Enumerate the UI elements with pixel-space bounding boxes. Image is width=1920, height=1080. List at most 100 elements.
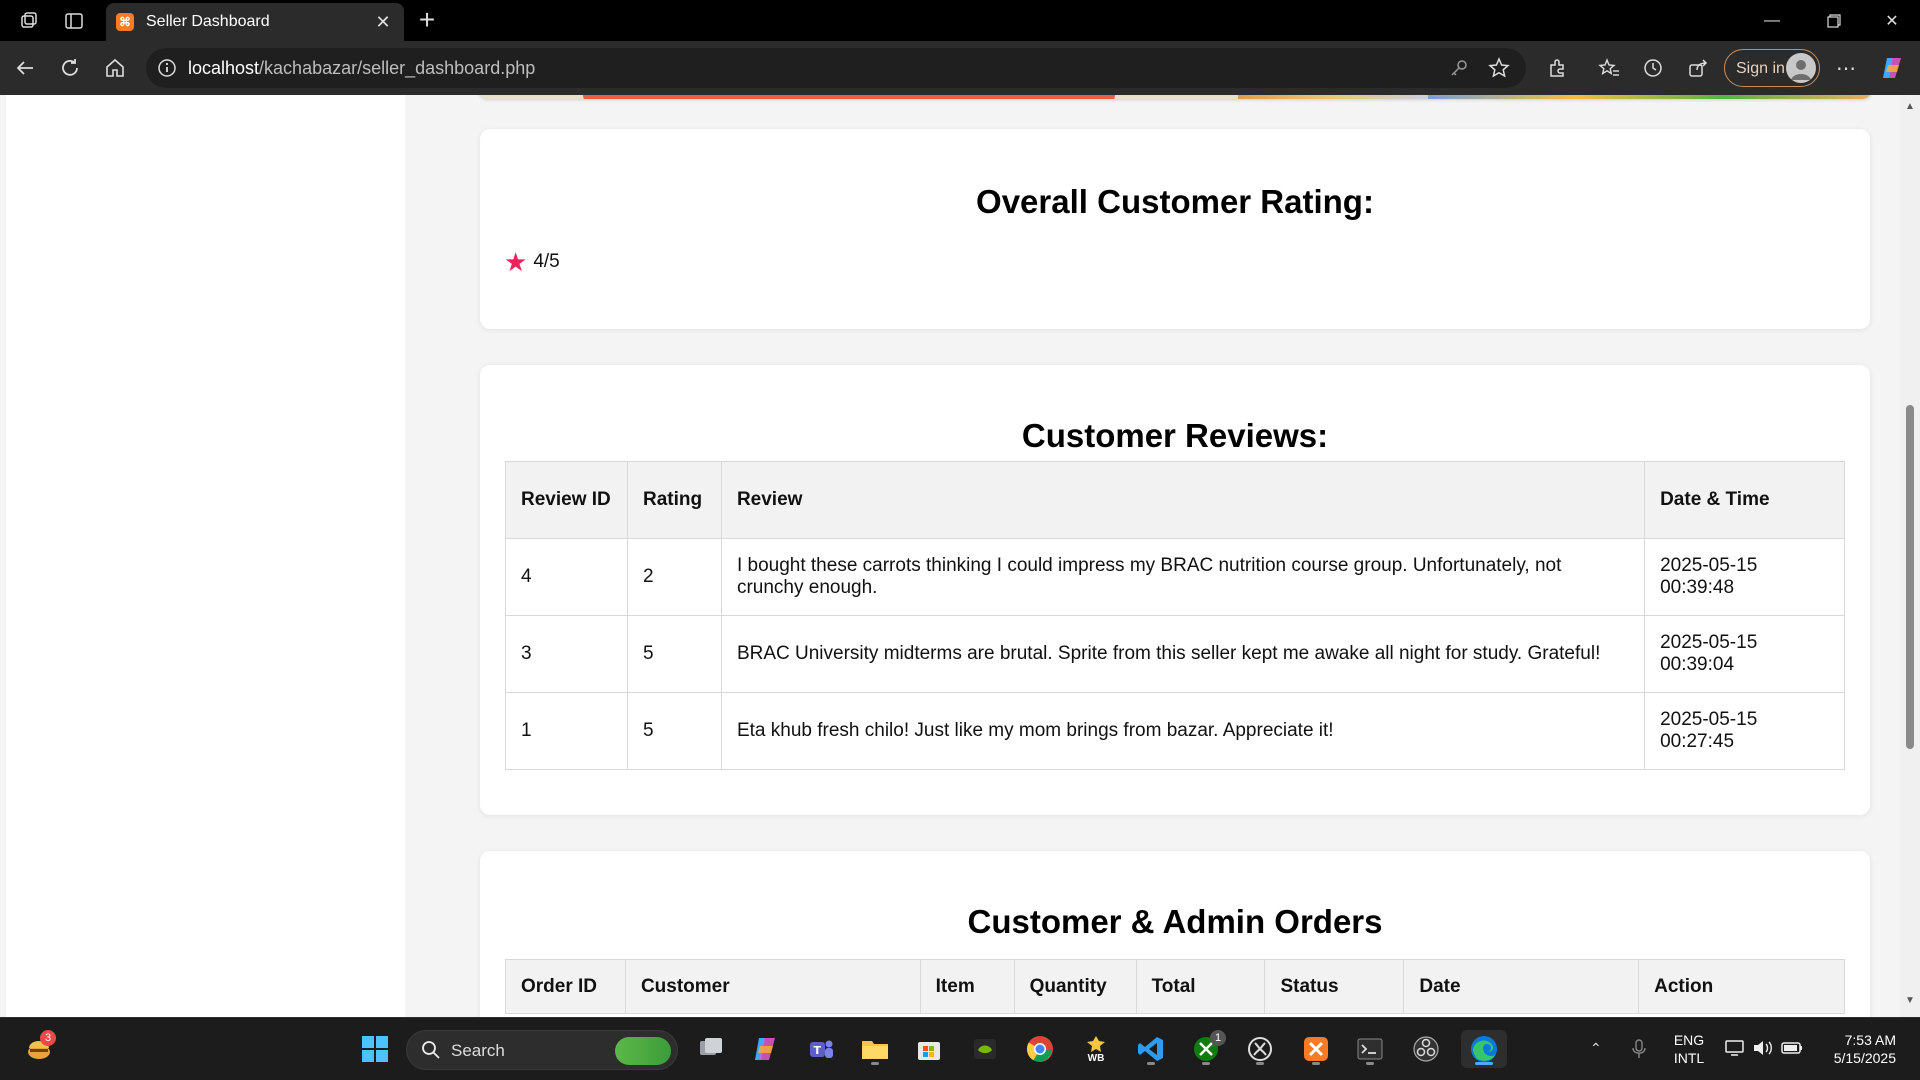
microsoft-store-icon[interactable] <box>910 1030 948 1068</box>
edge-browser-icon[interactable] <box>1461 1030 1507 1068</box>
url-text: localhost/kachabazar/seller_dashboard.ph… <box>188 58 535 79</box>
more-options-icon[interactable]: ⋯ <box>1831 53 1861 83</box>
page-viewport: Overall Customer Rating: ★ 4/5 Customer … <box>0 95 1920 1017</box>
password-key-icon[interactable] <box>1448 57 1470 84</box>
browser-toolbar: localhost/kachabazar/seller_dashboard.ph… <box>0 41 1920 95</box>
file-explorer-icon[interactable] <box>856 1030 894 1068</box>
banner-image-left <box>1238 95 1428 99</box>
clock-date: 5/15/2025 <box>1833 1050 1896 1066</box>
review-id-cell: 4 <box>505 538 628 616</box>
restore-icon[interactable] <box>1806 0 1862 41</box>
refresh-icon[interactable] <box>55 53 85 83</box>
reviews-header-row: Review ID Rating Review Date & Time <box>505 461 1845 539</box>
rating-summary: ★ 4/5 <box>504 249 560 275</box>
sign-in-label: Sign in <box>1736 60 1785 77</box>
review-rating-cell: 5 <box>626 692 722 770</box>
xbox-badge: 1 <box>1210 1030 1226 1046</box>
col-total: Total <box>1135 959 1266 1014</box>
col-date: Date <box>1403 959 1640 1014</box>
col-status: Status <box>1264 959 1405 1014</box>
share-icon[interactable] <box>1683 53 1713 83</box>
terminal-icon[interactable] <box>1351 1030 1389 1068</box>
review-time: 00:39:04 <box>1660 654 1735 675</box>
col-customer: Customer <box>624 959 921 1014</box>
review-date: 2025-05-15 <box>1660 709 1758 730</box>
banner-image-right <box>1428 95 1872 99</box>
new-tab-icon[interactable]: + <box>412 6 442 36</box>
wb-app-icon[interactable]: WB <box>1077 1030 1115 1068</box>
taskbar-search[interactable]: Search <box>406 1030 678 1070</box>
widgets-icon[interactable]: 3 <box>20 1030 58 1068</box>
show-hidden-icons-chevron-icon[interactable]: ⌃ <box>1590 1040 1602 1057</box>
vertical-tabs-icon[interactable] <box>61 8 87 34</box>
rating-value: 4/5 <box>533 251 560 272</box>
volume-icon[interactable] <box>1752 1038 1774 1063</box>
nvidia-icon[interactable] <box>966 1030 1004 1068</box>
widgets-badge: 3 <box>40 1030 56 1046</box>
overall-rating-heading: Overall Customer Rating: <box>976 183 1374 220</box>
xampp-favicon-icon: ⌘ <box>116 13 134 31</box>
xampp-icon[interactable] <box>1297 1030 1335 1068</box>
active-tab[interactable]: ⌘ Seller Dashboard ✕ <box>106 3 404 41</box>
site-info-icon[interactable] <box>156 57 178 79</box>
teams-icon[interactable]: T <box>802 1030 840 1068</box>
review-date: 2025-05-15 <box>1660 555 1758 576</box>
copilot-icon[interactable] <box>1877 53 1907 83</box>
back-arrow-icon[interactable] <box>10 53 40 83</box>
close-tab-icon[interactable]: ✕ <box>370 9 396 35</box>
vscode-icon[interactable] <box>1132 1030 1170 1068</box>
running-indicator <box>1256 1062 1264 1065</box>
svg-text:T: T <box>814 1044 822 1057</box>
review-rating-cell: 5 <box>626 615 722 693</box>
overall-rating-card: Overall Customer Rating: ★ 4/5 <box>480 129 1870 329</box>
url-path: /kachabazar/seller_dashboard.php <box>259 58 536 78</box>
col-quantity: Quantity <box>1013 959 1137 1014</box>
close-window-icon[interactable]: ✕ <box>1864 0 1920 41</box>
history-icon[interactable] <box>1638 53 1668 83</box>
favorites-icon[interactable] <box>1594 53 1624 83</box>
battery-icon[interactable] <box>1780 1039 1804 1062</box>
xbox-icon[interactable] <box>1241 1030 1279 1068</box>
extensions-icon[interactable] <box>1542 53 1572 83</box>
review-rating-cell: 2 <box>626 538 722 616</box>
obs-icon[interactable] <box>1407 1030 1445 1068</box>
copilot-app-icon[interactable] <box>746 1030 784 1068</box>
workspaces-icon[interactable] <box>16 8 42 34</box>
favorite-star-icon[interactable] <box>1488 57 1510 84</box>
review-id-cell: 1 <box>505 692 628 770</box>
task-view-icon[interactable] <box>692 1030 730 1068</box>
running-indicator <box>1147 1062 1155 1065</box>
clock[interactable]: 7:53 AM 5/15/2025 <box>1816 1031 1896 1067</box>
review-text-cell: Eta khub fresh chilo! Just like my mom b… <box>720 692 1646 770</box>
profile-avatar-icon <box>1786 53 1816 83</box>
col-date-time: Date & Time <box>1644 461 1845 539</box>
start-windows-icon[interactable] <box>356 1030 394 1068</box>
url-host: localhost <box>188 58 260 78</box>
sign-in-button[interactable]: Sign in <box>1724 49 1820 87</box>
review-id-cell: 3 <box>505 615 628 693</box>
chrome-icon[interactable] <box>1021 1030 1059 1068</box>
home-icon[interactable] <box>100 53 130 83</box>
promo-banner <box>478 95 1872 99</box>
input-language-indicator[interactable]: ENG INTL <box>1664 1031 1714 1067</box>
review-date-cell: 2025-05-15 00:39:48 <box>1644 538 1845 616</box>
reviews-table: Review ID Rating Review Date & Time 4 2 … <box>505 461 1845 770</box>
minimize-icon[interactable]: — <box>1744 0 1800 41</box>
scroll-up-arrow-icon[interactable]: ▲ <box>1904 101 1916 112</box>
col-rating: Rating <box>626 461 722 539</box>
scroll-down-arrow-icon[interactable]: ▼ <box>1904 995 1916 1006</box>
page-scrollbar[interactable]: ▲ ▼ <box>1900 95 1920 1017</box>
table-row: 4 2 I bought these carrots thinking I co… <box>505 538 1845 616</box>
xbox-game-bar-icon[interactable]: 1 <box>1187 1030 1226 1068</box>
address-bar[interactable]: localhost/kachabazar/seller_dashboard.ph… <box>146 48 1526 88</box>
running-indicator <box>1202 1062 1210 1065</box>
scrollbar-thumb[interactable] <box>1906 405 1914 749</box>
col-item: Item <box>919 959 1015 1014</box>
running-indicator <box>1366 1062 1374 1065</box>
clock-time: 7:53 AM <box>1844 1032 1896 1048</box>
microphone-icon[interactable] <box>1631 1038 1647 1065</box>
network-icon[interactable] <box>1724 1038 1746 1063</box>
dashboard-main: Overall Customer Rating: ★ 4/5 Customer … <box>405 95 1900 1017</box>
running-indicator <box>1312 1062 1320 1065</box>
banner-highlight <box>583 95 1115 99</box>
